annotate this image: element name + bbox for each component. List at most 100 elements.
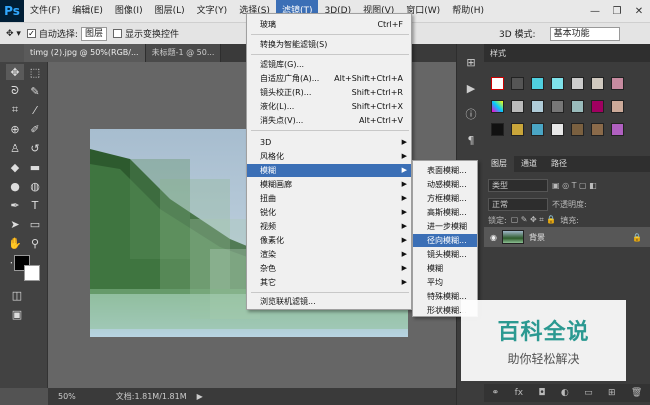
style-swatch[interactable]	[591, 123, 604, 136]
healing-tool-icon[interactable]: ⊕	[6, 121, 24, 137]
status-arrow-icon[interactable]: ▶	[197, 392, 203, 401]
menu-item-adaptive-wide[interactable]: 自适应广角(A)... Alt+Shift+Ctrl+A	[247, 72, 411, 85]
style-swatch[interactable]	[491, 100, 504, 113]
workspace-dropdown[interactable]: 基本功能	[549, 26, 620, 41]
menu-item-video[interactable]: 视频 ▶	[247, 220, 411, 233]
menu-item-blur[interactable]: 模糊 ▶	[247, 164, 411, 177]
eraser-tool-icon[interactable]: ◆	[6, 159, 24, 175]
crop-tool-icon[interactable]: ⌗	[6, 102, 24, 118]
layer-kind-dropdown[interactable]: 类型	[488, 178, 548, 192]
menu-edit[interactable]: 编辑(E)	[66, 0, 109, 22]
marquee-tool-icon[interactable]: ⬚	[26, 64, 44, 80]
mask-icon[interactable]: ◘	[538, 388, 545, 398]
style-swatch[interactable]	[531, 100, 544, 113]
blur-item-gaussian[interactable]: 高斯模糊...	[413, 206, 477, 219]
brush-tool-icon[interactable]: ✐	[26, 121, 44, 137]
styles-panel-title[interactable]: 样式	[490, 48, 506, 59]
minimize-button[interactable]: —	[584, 0, 606, 22]
link-icon[interactable]: ⚭	[492, 388, 500, 398]
trash-icon[interactable]: 🗑	[631, 388, 642, 398]
background-color-swatch[interactable]	[24, 265, 40, 281]
adjustment-icon[interactable]: ◐	[561, 388, 569, 398]
move-tool-icon[interactable]: ✥ ▾	[6, 29, 21, 39]
menu-item-blur-gallery[interactable]: 模糊画廊 ▶	[247, 178, 411, 191]
eye-icon[interactable]: ◉	[490, 233, 497, 242]
style-swatch[interactable]	[551, 100, 564, 113]
shape-tool-icon[interactable]: ▭	[26, 216, 44, 232]
quick-select-tool-icon[interactable]: ✎	[26, 83, 44, 99]
tab-layers[interactable]: 图层	[484, 156, 514, 172]
filter-icons[interactable]: ▣ ◎ T ▢ ◧	[552, 181, 597, 190]
style-swatch[interactable]	[551, 77, 564, 90]
menu-item-3d[interactable]: 3D ▶	[247, 136, 411, 149]
layer-name[interactable]: 背景	[529, 232, 545, 243]
blur-item-lens[interactable]: 镜头模糊...	[413, 248, 477, 261]
play-icon[interactable]: ▶	[463, 80, 479, 96]
restore-button[interactable]: ❐	[606, 0, 628, 22]
style-swatch[interactable]	[591, 100, 604, 113]
blur-item-motion[interactable]: 动感模糊...	[413, 178, 477, 191]
screen-mode-icon[interactable]: ▣	[8, 306, 26, 322]
blur-item-radial[interactable]: 径向模糊...	[413, 234, 477, 247]
menu-file[interactable]: 文件(F)	[24, 0, 66, 22]
menu-layer[interactable]: 图层(L)	[149, 0, 191, 22]
menu-item-distort[interactable]: 扭曲 ▶	[247, 192, 411, 205]
close-button[interactable]: ✕	[628, 0, 650, 22]
menu-item-other[interactable]: 其它 ▶	[247, 276, 411, 289]
history-brush-tool-icon[interactable]: ↺	[26, 140, 44, 156]
lasso-tool-icon[interactable]: ᘐ	[6, 83, 24, 99]
style-swatch[interactable]	[611, 100, 624, 113]
layer-row-background[interactable]: ◉ 背景 🔒	[484, 227, 650, 247]
type-tool-icon[interactable]: T	[26, 197, 44, 213]
menu-help[interactable]: 帮助(H)	[446, 0, 490, 22]
menu-item-render[interactable]: 渲染 ▶	[247, 248, 411, 261]
eyedropper-tool-icon[interactable]: ⁄	[26, 102, 44, 118]
tab-paths[interactable]: 路径	[544, 156, 574, 172]
menu-item-smart-filter[interactable]: 转换为智能滤镜(S)	[247, 38, 411, 51]
tab-channels[interactable]: 通道	[514, 156, 544, 172]
blend-mode-dropdown[interactable]: 正常	[488, 197, 548, 211]
zoom-tool-icon[interactable]: ⚲	[26, 235, 44, 251]
menu-item-glass[interactable]: 玻璃 Ctrl+F	[247, 18, 411, 31]
style-swatch[interactable]	[491, 123, 504, 136]
lock-icons[interactable]: ▢ ✎ ✥ ⌗ 🔒	[511, 215, 557, 225]
menu-image[interactable]: 图像(I)	[109, 0, 149, 22]
style-swatch[interactable]	[531, 123, 544, 136]
blur-item-average[interactable]: 平均	[413, 276, 477, 289]
path-select-tool-icon[interactable]: ➤	[6, 216, 24, 232]
style-swatch[interactable]	[551, 123, 564, 136]
menu-item-liquify[interactable]: 液化(L)... Shift+Ctrl+X	[247, 100, 411, 113]
blur-tool-icon[interactable]: ●	[6, 178, 24, 194]
info-icon[interactable]: ⓘ	[463, 106, 479, 122]
tab-timg[interactable]: timg (2).jpg @ 50%(RGB/...	[24, 44, 146, 62]
show-transform-checkbox[interactable]	[112, 29, 122, 38]
menu-item-pixelate[interactable]: 像素化 ▶	[247, 234, 411, 247]
menu-item-noise[interactable]: 杂色 ▶	[247, 262, 411, 275]
style-swatch[interactable]	[611, 123, 624, 136]
menu-item-filter-gallery[interactable]: 滤镜库(G)...	[247, 58, 411, 71]
stamp-tool-icon[interactable]: ♙	[6, 140, 24, 156]
paragraph-icon[interactable]: ¶	[463, 132, 479, 148]
pen-tool-icon[interactable]: ✒	[6, 197, 24, 213]
menu-item-vanishing-point[interactable]: 消失点(V)... Alt+Ctrl+V	[247, 114, 411, 127]
blur-item-blur-more[interactable]: 进一步模糊	[413, 220, 477, 233]
blur-item-blur[interactable]: 模糊	[413, 262, 477, 275]
style-swatch[interactable]	[611, 77, 624, 90]
style-swatch[interactable]	[591, 77, 604, 90]
group-icon[interactable]: ▭	[584, 388, 593, 398]
auto-select-checkbox[interactable]: ✓	[26, 29, 36, 38]
move-tool-icon[interactable]: ✥	[6, 64, 24, 80]
style-swatch[interactable]	[571, 77, 584, 90]
menu-item-lens-correction[interactable]: 镜头校正(R)... Shift+Ctrl+R	[247, 86, 411, 99]
menu-type[interactable]: 文字(Y)	[191, 0, 234, 22]
style-swatch[interactable]	[511, 77, 524, 90]
style-swatch[interactable]	[511, 100, 524, 113]
quick-mask-icon[interactable]: ◫	[8, 287, 26, 303]
zoom-level[interactable]: 50%	[58, 392, 76, 401]
dodge-tool-icon[interactable]: ◍	[26, 178, 44, 194]
history-icon[interactable]: ⊞	[463, 54, 479, 70]
gradient-tool-icon[interactable]: ▬	[26, 159, 44, 175]
blur-item-box[interactable]: 方框模糊...	[413, 192, 477, 205]
tab-untitled[interactable]: 未标题-1 @ 50...	[145, 44, 222, 62]
style-swatch[interactable]	[571, 123, 584, 136]
